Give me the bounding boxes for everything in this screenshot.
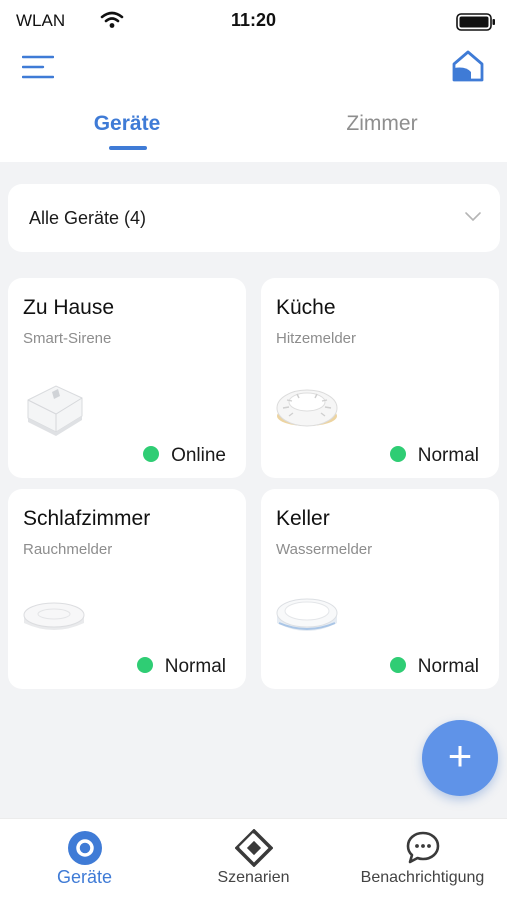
menu-icon[interactable] xyxy=(22,54,54,80)
device-status-label: Normal xyxy=(417,656,479,677)
bottom-navigation: Geräte Szenarien Benachrichtigung xyxy=(0,818,507,900)
status-dot xyxy=(389,657,406,673)
device-card[interactable]: Küche Hitzemelder Normal xyxy=(261,278,499,478)
smart-siren-image xyxy=(27,385,83,436)
device-status: Normal xyxy=(389,656,479,678)
plus-icon: + xyxy=(447,732,473,779)
device-card[interactable]: Zu Hause Smart-Sirene Online xyxy=(8,278,246,478)
home-icon[interactable] xyxy=(450,48,486,84)
status-bar: WLAN 11:20 xyxy=(0,0,507,42)
device-status-label: Online xyxy=(171,445,226,466)
device-type-label: Smart-Sirene xyxy=(23,330,112,347)
water-detector-image xyxy=(276,598,338,631)
battery-icon xyxy=(456,13,495,31)
device-list-area: Alle Geräte (4) Zu Hause Smart-Sirene On… xyxy=(0,162,507,818)
active-tab-indicator xyxy=(109,146,147,150)
device-status: Normal xyxy=(136,656,226,678)
nav-item-devices[interactable]: Geräte xyxy=(0,819,169,900)
device-status: Normal xyxy=(389,445,479,467)
device-filter-dropdown[interactable]: Alle Geräte (4) xyxy=(8,184,500,252)
status-dot xyxy=(136,657,153,673)
device-type-label: Hitzemelder xyxy=(276,330,357,347)
device-room-label: Küche xyxy=(276,296,336,319)
scenes-icon xyxy=(235,829,273,867)
smoke-detector-image xyxy=(23,602,85,630)
nav-item-notifications[interactable]: Benachrichtigung xyxy=(338,819,507,900)
nav-label-devices: Geräte xyxy=(56,867,113,887)
tab-devices[interactable]: Geräte xyxy=(47,112,207,136)
clock: 11:20 xyxy=(230,10,277,30)
app-header: Geräte Zimmer xyxy=(0,42,507,162)
devices-icon xyxy=(68,831,102,865)
status-dot xyxy=(143,446,160,462)
chat-bubble-icon xyxy=(406,831,440,864)
tab-rooms[interactable]: Zimmer xyxy=(302,112,462,136)
device-room-label: Zu Hause xyxy=(23,296,115,319)
nav-label-scenes: Szenarien xyxy=(217,869,290,886)
device-status: Online xyxy=(143,445,226,467)
chevron-down-icon xyxy=(465,212,481,222)
device-status-label: Normal xyxy=(164,656,226,677)
nav-item-scenes[interactable]: Szenarien xyxy=(169,819,338,900)
device-card[interactable]: Keller Wassermelder Normal xyxy=(261,489,499,689)
device-room-label: Schlafzimmer xyxy=(23,507,151,530)
filter-selected-label: Alle Geräte (4) xyxy=(29,208,147,228)
nav-label-notifications: Benachrichtigung xyxy=(360,869,485,886)
device-status-label: Normal xyxy=(417,445,479,466)
add-device-button[interactable]: + xyxy=(422,720,498,796)
device-card[interactable]: Schlafzimmer Rauchmelder Normal xyxy=(8,489,246,689)
heat-detector-image xyxy=(276,389,338,427)
device-type-label: Rauchmelder xyxy=(23,541,113,558)
status-dot xyxy=(389,446,406,462)
device-room-label: Keller xyxy=(276,507,330,530)
device-type-label: Wassermelder xyxy=(276,541,373,558)
